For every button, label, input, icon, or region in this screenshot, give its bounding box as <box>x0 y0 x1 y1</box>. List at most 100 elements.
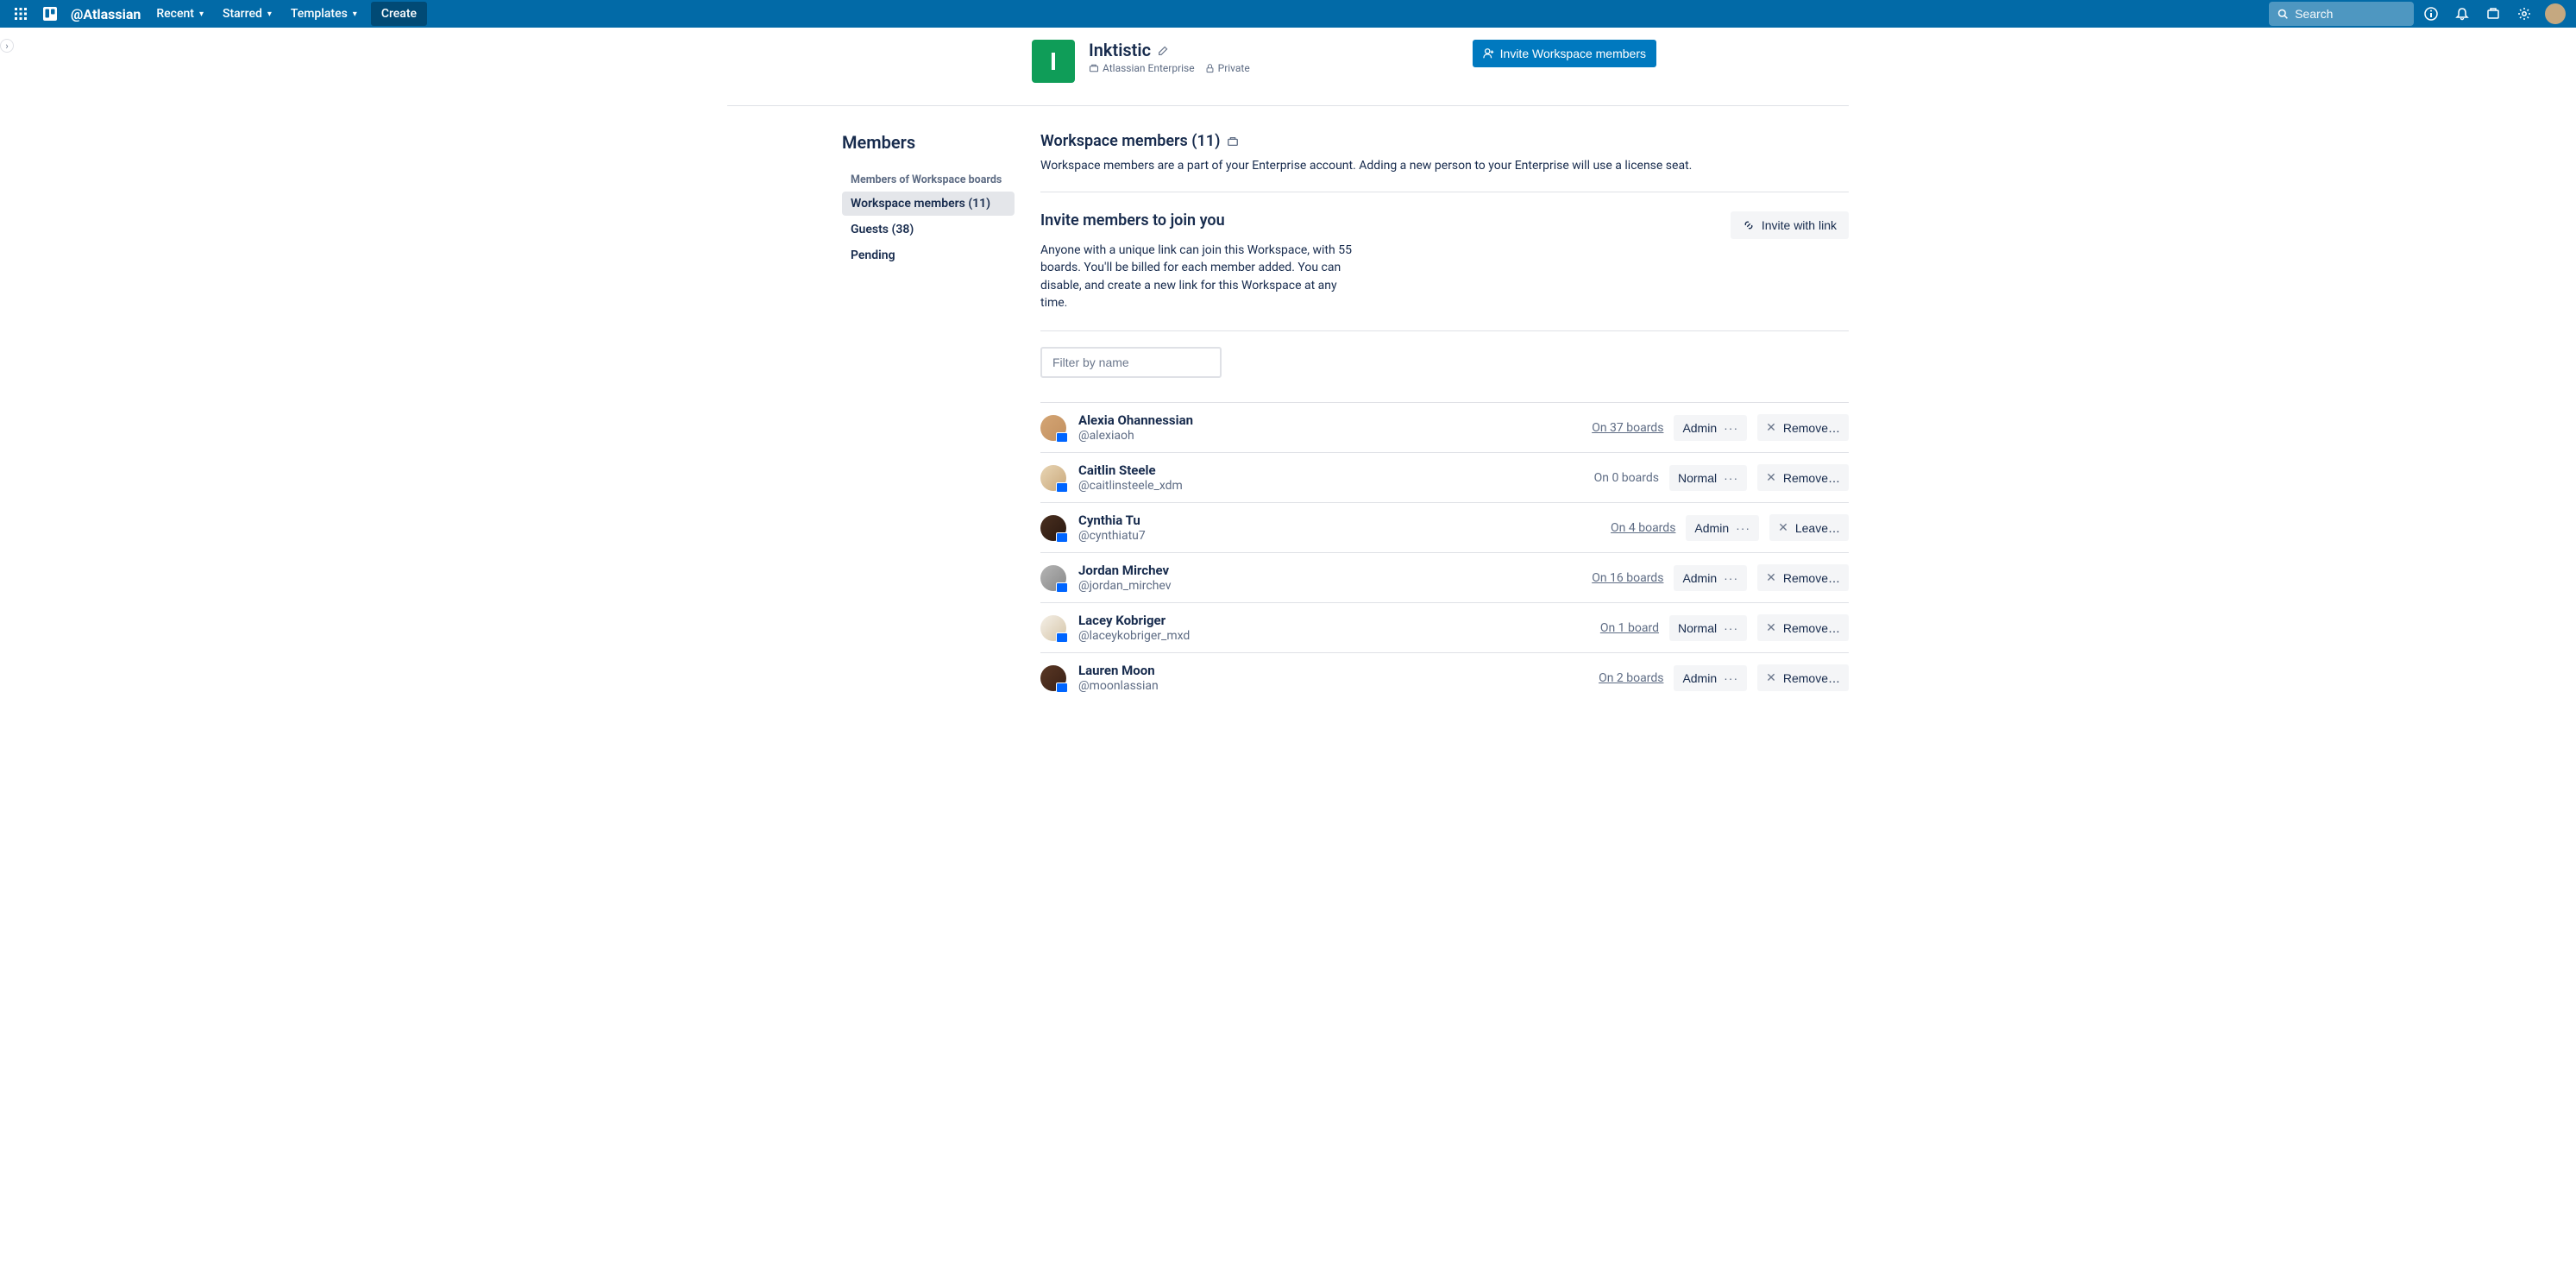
close-icon: ✕ <box>1766 670 1776 685</box>
member-avatar[interactable] <box>1040 465 1066 491</box>
member-avatar[interactable] <box>1040 665 1066 691</box>
enterprise-nav-icon[interactable] <box>2479 0 2507 28</box>
workspace-icon: I <box>1032 40 1075 83</box>
workspace-initial: I <box>1050 47 1057 76</box>
nav-recent[interactable]: Recent ▾ <box>148 0 212 28</box>
nav-label: Starred <box>223 7 262 21</box>
member-handle: @alexiaoh <box>1078 429 1193 443</box>
invite-body: Anyone with a unique link can join this … <box>1040 242 1360 311</box>
search-input[interactable] <box>2295 7 2405 21</box>
section-title: Workspace members (11) <box>1040 132 1849 150</box>
chevron-down-icon: ▾ <box>267 9 272 19</box>
remove-button[interactable]: ✕ Leave… <box>1769 514 1849 541</box>
close-icon: ✕ <box>1766 420 1776 435</box>
member-handle: @moonlassian <box>1078 679 1159 693</box>
role-label: Admin <box>1682 571 1717 585</box>
member-info: Lacey Kobriger@laceykobriger_mxd <box>1078 613 1190 643</box>
close-icon: ✕ <box>1778 520 1788 535</box>
main-area: Members Members of Workspace boardsWorks… <box>727 106 1849 702</box>
briefcase-icon <box>1227 135 1239 148</box>
member-avatar[interactable] <box>1040 415 1066 441</box>
member-row: Lauren Moon@moonlassian On 2 boards Admin … <box>1040 652 1849 702</box>
member-info: Lauren Moon@moonlassian <box>1078 663 1159 693</box>
section-description: Workspace members are a part of your Ent… <box>1040 159 1849 192</box>
remove-button[interactable]: ✕ Remove… <box>1757 464 1849 491</box>
role-label: Normal <box>1678 621 1717 635</box>
boards-link[interactable]: On 2 boards <box>1599 671 1663 685</box>
expand-sidebar-handle[interactable]: › <box>0 39 14 53</box>
briefcase-icon <box>1089 63 1099 73</box>
remove-button[interactable]: ✕ Remove… <box>1757 614 1849 641</box>
boards-link[interactable]: On 16 boards <box>1592 571 1663 585</box>
info-icon[interactable] <box>2417 0 2445 28</box>
top-nav: @Atlassian Recent ▾ Starred ▾ Templates … <box>0 0 2576 28</box>
member-row: Jordan Mirchev@jordan_mirchev On 16 board… <box>1040 552 1849 602</box>
boards-link[interactable]: On 1 board <box>1600 621 1659 635</box>
boards-link[interactable]: On 37 boards <box>1592 421 1663 435</box>
sidebar-item[interactable]: Pending <box>842 243 1015 267</box>
trello-icon[interactable] <box>36 0 64 28</box>
invite-members-button[interactable]: Invite Workspace members <box>1473 40 1656 67</box>
invite-text: Invite members to join you Anyone with a… <box>1040 211 1360 311</box>
app-switcher-icon[interactable] <box>7 0 35 28</box>
filter-input[interactable] <box>1040 347 1222 378</box>
member-name: Alexia Ohannessian <box>1078 412 1193 428</box>
sidebar-item[interactable]: Members of Workspace boards <box>842 170 1015 190</box>
invite-with-link-button[interactable]: Invite with link <box>1731 211 1849 239</box>
user-avatar[interactable] <box>2541 0 2569 28</box>
role-button[interactable]: Admin ··· <box>1674 415 1747 441</box>
role-button[interactable]: Admin ··· <box>1674 565 1747 591</box>
boards-link[interactable]: On 4 boards <box>1611 521 1675 535</box>
nav-label: Templates <box>291 7 348 21</box>
member-handle: @caitlinsteele_xdm <box>1078 479 1183 493</box>
person-add-icon <box>1483 47 1495 60</box>
role-button[interactable]: Normal ··· <box>1669 465 1747 491</box>
invite-section: Invite members to join you Anyone with a… <box>1040 211 1849 331</box>
workspace-title-row: Inktistic <box>1089 40 1250 60</box>
member-actions: On 37 boards Admin ··· ✕ Remove… <box>1592 414 1849 441</box>
member-row: Lacey Kobriger@laceykobriger_mxd On 1 boa… <box>1040 602 1849 652</box>
nav-starred[interactable]: Starred ▾ <box>214 0 280 28</box>
member-avatar[interactable] <box>1040 515 1066 541</box>
role-button[interactable]: Admin ··· <box>1674 665 1747 691</box>
member-name: Lauren Moon <box>1078 663 1159 678</box>
nav-right <box>2269 0 2569 28</box>
member-avatar[interactable] <box>1040 615 1066 641</box>
member-actions: On 4 boards Admin ··· ✕ Leave… <box>1611 514 1849 541</box>
create-button[interactable]: Create <box>371 2 427 26</box>
role-label: Normal <box>1678 471 1717 485</box>
sidebar-item[interactable]: Guests (38) <box>842 217 1015 242</box>
role-label: Admin <box>1694 521 1729 535</box>
member-info: Caitlin Steele@caitlinsteele_xdm <box>1078 462 1183 493</box>
search-box[interactable] <box>2269 2 2414 26</box>
role-button[interactable]: Normal ··· <box>1669 615 1747 641</box>
member-name: Lacey Kobriger <box>1078 613 1190 628</box>
member-avatar[interactable] <box>1040 565 1066 591</box>
member-actions: On 1 board Normal ··· ✕ Remove… <box>1600 614 1849 641</box>
chevron-down-icon: ▾ <box>353 9 357 19</box>
sidebar-item[interactable]: Workspace members (11) <box>842 192 1015 216</box>
remove-label: Remove… <box>1783 421 1840 435</box>
member-name: Caitlin Steele <box>1078 462 1183 478</box>
member-info: Jordan Mirchev@jordan_mirchev <box>1078 563 1172 593</box>
notification-icon[interactable] <box>2448 0 2476 28</box>
members-sidebar: Members Members of Workspace boardsWorks… <box>842 132 1015 702</box>
edit-icon[interactable] <box>1158 45 1169 56</box>
settings-icon[interactable] <box>2510 0 2538 28</box>
member-name: Jordan Mirchev <box>1078 563 1172 578</box>
section-title-text: Workspace members (11) <box>1040 132 1220 150</box>
atlassian-logo[interactable]: @Atlassian <box>66 6 146 22</box>
remove-button[interactable]: ✕ Remove… <box>1757 564 1849 591</box>
remove-button[interactable]: ✕ Remove… <box>1757 414 1849 441</box>
workspace-title: Inktistic <box>1089 40 1151 60</box>
remove-label: Remove… <box>1783 671 1840 685</box>
dots-icon: ··· <box>1724 621 1738 635</box>
member-handle: @laceykobriger_mxd <box>1078 629 1190 643</box>
workspace-meta: Atlassian Enterprise Private <box>1089 62 1250 74</box>
nav-templates[interactable]: Templates ▾ <box>282 0 366 28</box>
boards-link: On 0 boards <box>1594 471 1659 485</box>
role-button[interactable]: Admin ··· <box>1686 515 1759 541</box>
remove-label: Remove… <box>1783 471 1840 485</box>
remove-button[interactable]: ✕ Remove… <box>1757 664 1849 691</box>
close-icon: ✕ <box>1766 570 1776 585</box>
